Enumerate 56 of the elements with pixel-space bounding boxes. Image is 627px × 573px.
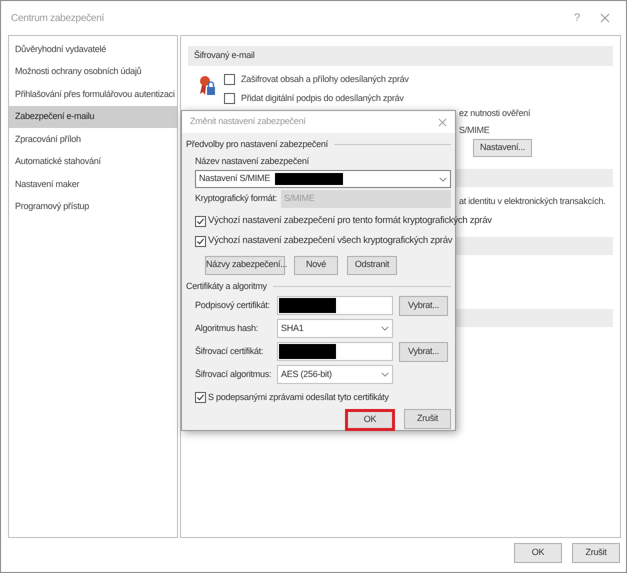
select-button[interactable]: Vybrat...	[399, 296, 448, 316]
field-label: Šifrovací certifikát:	[195, 344, 264, 358]
name-dropdown[interactable]: Nastavení S/MIME	[195, 170, 451, 188]
dropdown[interactable]: AES (256-bit)	[277, 365, 393, 384]
checkbox[interactable]	[195, 392, 206, 404]
checkbox-label: Výchozí nastavení zabezpečení všech kryptografických zpráv	[208, 234, 452, 248]
sidebar-item[interactable]: Programový přístup	[9, 196, 177, 218]
field-label: Algoritmus hash:	[195, 322, 260, 335]
redaction-bar	[279, 298, 336, 313]
checkbox-label: Zašifrovat obsah a přílohy odesílaných zpráv	[241, 73, 409, 86]
field-label: Název nastavení zabezpečení	[195, 154, 310, 168]
checkbox-label: Přidat digitální podpis do odesílaných zpráv	[241, 92, 404, 105]
caret-icon	[439, 176, 447, 182]
close-icon[interactable]	[600, 13, 610, 23]
dialog-button[interactable]: Odstranit	[347, 256, 397, 274]
sidebar-item[interactable]: Nastavení maker	[9, 173, 177, 196]
group-label: Certifikáty a algoritmy	[186, 280, 267, 293]
redaction-bar	[275, 173, 344, 185]
caret-icon	[381, 372, 389, 377]
field-label: Podpisový certifikát:	[195, 298, 271, 312]
dropdown[interactable]: SHA1	[277, 319, 393, 338]
partial-text: ez nutnosti ověření	[459, 107, 530, 120]
sidebar-item[interactable]: Důvěryhodní vydavatelé	[9, 38, 177, 60]
dialog-title: Změnit nastavení zabezpečení	[190, 115, 307, 128]
sidebar-item[interactable]: Zpracování příloh	[9, 128, 177, 150]
field-label: Šifrovací algoritmus:	[195, 368, 272, 381]
certificate-lock-icon	[198, 74, 216, 98]
redaction-bar	[279, 344, 336, 359]
checkbox-label: S podepsanými zprávami odesílat tyto certifikáty	[208, 391, 389, 404]
checkbox[interactable]	[224, 92, 235, 104]
field-label: Kryptografický formát:	[195, 192, 277, 206]
dialog-button[interactable]: Nové	[294, 256, 338, 274]
select-button[interactable]: Vybrat...	[399, 342, 448, 362]
ok-button[interactable]: OK	[345, 408, 395, 430]
sidebar-item[interactable]: Automatické stahování	[9, 150, 177, 173]
window-title: Centrum zabezpečení	[11, 12, 106, 26]
cancel-button[interactable]: Zrušit	[572, 543, 620, 563]
dialog-button[interactable]: Názvy zabezpečení...	[205, 256, 285, 274]
section-header: Šifrovaný e-mail	[188, 46, 613, 66]
checkbox[interactable]	[195, 216, 206, 227]
close-icon[interactable]	[438, 118, 447, 126]
certificate-field[interactable]	[277, 342, 393, 361]
sidebar-item[interactable]: Přihlašování přes formulářovou autentizaci	[9, 83, 177, 106]
checkbox[interactable]	[224, 74, 235, 86]
sidebar-item[interactable]: Možnosti ochrany osobních údajů	[9, 60, 177, 83]
cancel-button[interactable]: Zrušit	[404, 408, 451, 428]
partial-text: at identitu v elektronických transakcích.	[459, 195, 606, 208]
settings-button[interactable]: Nastavení...	[473, 139, 532, 157]
checkbox-label: Výchozí nastavení zabezpečení pro tento formát kryptografických zpráv	[208, 214, 492, 228]
group-label: Předvolby pro nastavení zabezpečení	[186, 138, 328, 151]
sidebar-item[interactable]: Zabezpečení e-mailu	[9, 106, 177, 128]
ok-button[interactable]: OK	[514, 543, 562, 563]
caret-icon	[381, 326, 389, 331]
partial-text: S/MIME	[459, 124, 490, 137]
checkbox[interactable]	[195, 236, 206, 247]
certificate-field[interactable]	[277, 296, 393, 315]
